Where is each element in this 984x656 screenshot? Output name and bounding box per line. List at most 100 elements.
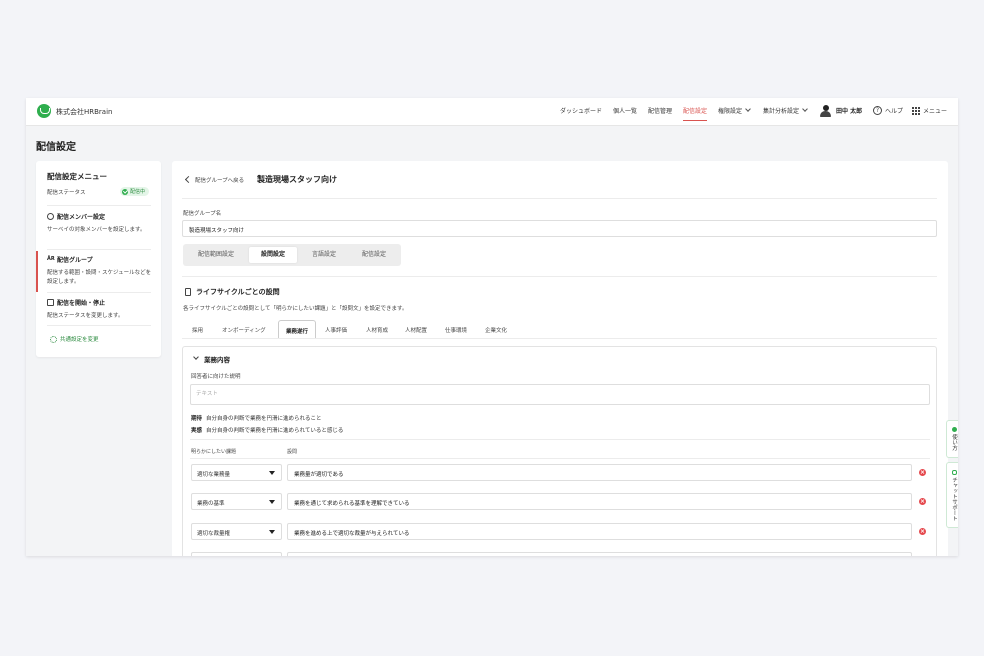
avatar[interactable] — [820, 105, 831, 117]
expectation-text: 自分自身の判断で業務を円滑に進められること — [206, 416, 322, 422]
menu-item-delivery-group[interactable]: ÅR 配信グループ 配信する範囲・設問・スケジュールなどを設定します。 — [36, 251, 153, 292]
menu-item-title: 配信メンバー設定 — [57, 214, 106, 221]
menu-item-member-settings[interactable]: 配信メンバー設定 サーベイの対象メンバーを設定します。 — [47, 212, 153, 235]
question-panel: 業務内容 回答者に向けた説明 テキスト 期待 自分自身の判断で業務を円滑に進められ… — [182, 346, 937, 556]
nav-analysis-settings[interactable]: 集計分析設定 — [763, 106, 808, 115]
lifecycle-tab-onboarding[interactable]: オンボーディング — [222, 326, 266, 334]
top-bar: 株式会社HRBrain ダッシュボード 個人一覧 配信管理 配信設定 権限設定 … — [26, 98, 958, 126]
column-header-question: 設問 — [287, 449, 298, 455]
user-name[interactable]: 田中 太郎 — [836, 106, 862, 115]
page-title: 配信設定 — [36, 142, 76, 153]
status-badge-text: 配信中 — [130, 189, 146, 195]
document-icon — [47, 299, 54, 306]
settings-tabs: 配信範囲設定 設問設定 言語設定 配信設定 — [183, 244, 401, 266]
tab-question-settings[interactable]: 設問設定 — [249, 247, 297, 263]
group-name-input[interactable]: 製造現場スタッフ向け — [182, 220, 937, 237]
lifecycle-tab-work-execution[interactable]: 業務遂行 — [278, 320, 317, 339]
lifecycle-tab-development[interactable]: 人材育成 — [366, 326, 388, 334]
reality-row: 実感 自分自身の判断で業務を円滑に進められていると感じる — [191, 426, 343, 434]
remove-icon[interactable]: × — [919, 469, 926, 476]
nav-permission-settings[interactable]: 権限設定 — [718, 106, 751, 115]
question-input[interactable] — [287, 552, 912, 556]
issue-select[interactable]: 適切な業務量 — [191, 464, 282, 481]
question-input[interactable]: 業務量が適切である — [287, 464, 912, 481]
reality-key: 実感 — [191, 428, 203, 434]
reality-text: 自分自身の判断で業務を円滑に進められていると感じる — [206, 428, 344, 434]
issue-select[interactable]: 業務の基準 — [191, 493, 282, 510]
lifecycle-tab-environment[interactable]: 仕事環境 — [445, 326, 467, 334]
chat-icon — [951, 469, 957, 475]
usage-side-tab[interactable]: 使い方 — [946, 420, 958, 458]
tab-range-settings[interactable]: 配信範囲設定 — [186, 247, 246, 263]
common-settings-link[interactable]: 共通設定を変更 — [50, 335, 99, 343]
plus-circle-icon — [951, 427, 957, 433]
remove-icon[interactable]: × — [919, 498, 926, 505]
lifecycle-tab-evaluation[interactable]: 人事評価 — [325, 326, 347, 334]
divider — [182, 338, 937, 339]
description-textarea[interactable]: テキスト — [190, 384, 930, 405]
app-grid-icon[interactable] — [912, 107, 920, 115]
section-desc: 各ライフサイクルごとの設問として「明らかにしたい課題」と「設問文」を設定できます… — [183, 306, 408, 312]
issue-select-value: 適切な業務量 — [197, 472, 231, 478]
column-header-issue: 明らかにしたい課題 — [191, 449, 237, 455]
document-icon — [185, 288, 191, 296]
lifecycle-tab-culture[interactable]: 企業文化 — [485, 326, 507, 334]
settings-menu-card: 配信設定メニュー 配信ステータス 配信中 配信メンバー設定 サーベイの対象メンバ… — [36, 161, 161, 357]
divider — [47, 205, 151, 206]
help-link[interactable]: ヘルプ — [885, 106, 903, 115]
menu-link[interactable]: メニュー — [923, 106, 947, 115]
group-name-label: 配信グループ名 — [183, 211, 222, 217]
divider — [47, 249, 151, 250]
menu-item-desc: 配信ステータスを変更します。 — [47, 313, 124, 319]
nav-delivery-management[interactable]: 配信管理 — [648, 106, 672, 115]
remove-icon[interactable]: × — [919, 528, 926, 535]
chevron-down-icon[interactable] — [193, 354, 199, 360]
nav-analysis-label: 集計分析設定 — [763, 108, 800, 115]
issue-select[interactable] — [191, 552, 282, 556]
panel-title: 業務内容 — [204, 356, 230, 364]
divider — [182, 276, 937, 277]
chevron-down-icon — [802, 106, 808, 112]
divider — [190, 439, 930, 440]
question-input[interactable]: 業務を進める上で適切な裁量が与えられている — [287, 523, 912, 540]
divider — [182, 198, 937, 199]
question-input[interactable]: 業務を通じて求められる基準を理解できている — [287, 493, 912, 510]
lifecycle-tab-placement[interactable]: 人材配置 — [405, 326, 427, 334]
menu-item-title: 配信を開始・停止 — [57, 300, 106, 307]
status-badge: 配信中 — [120, 187, 150, 196]
caret-down-icon — [269, 530, 275, 534]
back-link[interactable]: 配信グループへ戻る — [195, 176, 244, 184]
tab-language-settings[interactable]: 言語設定 — [300, 247, 348, 263]
divider — [190, 458, 930, 459]
app-window: 株式会社HRBrain ダッシュボード 個人一覧 配信管理 配信設定 権限設定 … — [26, 98, 958, 556]
section-title: ライフサイクルごとの設問 — [196, 288, 280, 296]
chat-support-side-tab[interactable]: チャットサポート — [946, 462, 958, 528]
gear-icon — [50, 335, 57, 343]
issue-select[interactable]: 適切な裁量権 — [191, 523, 282, 540]
tab-delivery-settings[interactable]: 配信設定 — [350, 247, 398, 263]
divider — [47, 325, 151, 326]
nav-member-list[interactable]: 個人一覧 — [613, 106, 637, 115]
chevron-down-icon — [745, 106, 751, 112]
group-icon: ÅR — [47, 256, 55, 262]
menu-item-desc: サーベイの対象メンバーを設定します。 — [47, 227, 146, 233]
nav-delivery-settings[interactable]: 配信設定 — [683, 106, 708, 121]
user-circle-icon — [47, 213, 54, 220]
help-icon[interactable]: ? — [873, 106, 882, 115]
expectation-key: 期待 — [191, 416, 203, 422]
menu-item-title: 配信グループ — [57, 257, 93, 264]
chat-label: チャットサポート — [951, 476, 957, 521]
expectation-row: 期待 自分自身の判断で業務を円滑に進められること — [191, 414, 322, 422]
chevron-left-icon[interactable] — [184, 175, 193, 184]
usage-label: 使い方 — [951, 434, 957, 451]
group-title: 製造現場スタッフ向け — [257, 175, 337, 184]
nav-permission-label: 権限設定 — [718, 108, 743, 115]
divider — [47, 292, 151, 293]
caret-down-icon — [269, 471, 275, 475]
nav-dashboard[interactable]: ダッシュボード — [560, 106, 602, 115]
lifecycle-tab-recruiting[interactable]: 採用 — [192, 326, 203, 334]
company-name: 株式会社HRBrain — [56, 108, 113, 116]
issue-select-value: 業務の基準 — [197, 501, 225, 507]
hrbrain-logo-icon[interactable] — [37, 104, 51, 118]
menu-item-start-stop[interactable]: 配信を開始・停止 配信ステータスを変更します。 — [47, 298, 153, 321]
